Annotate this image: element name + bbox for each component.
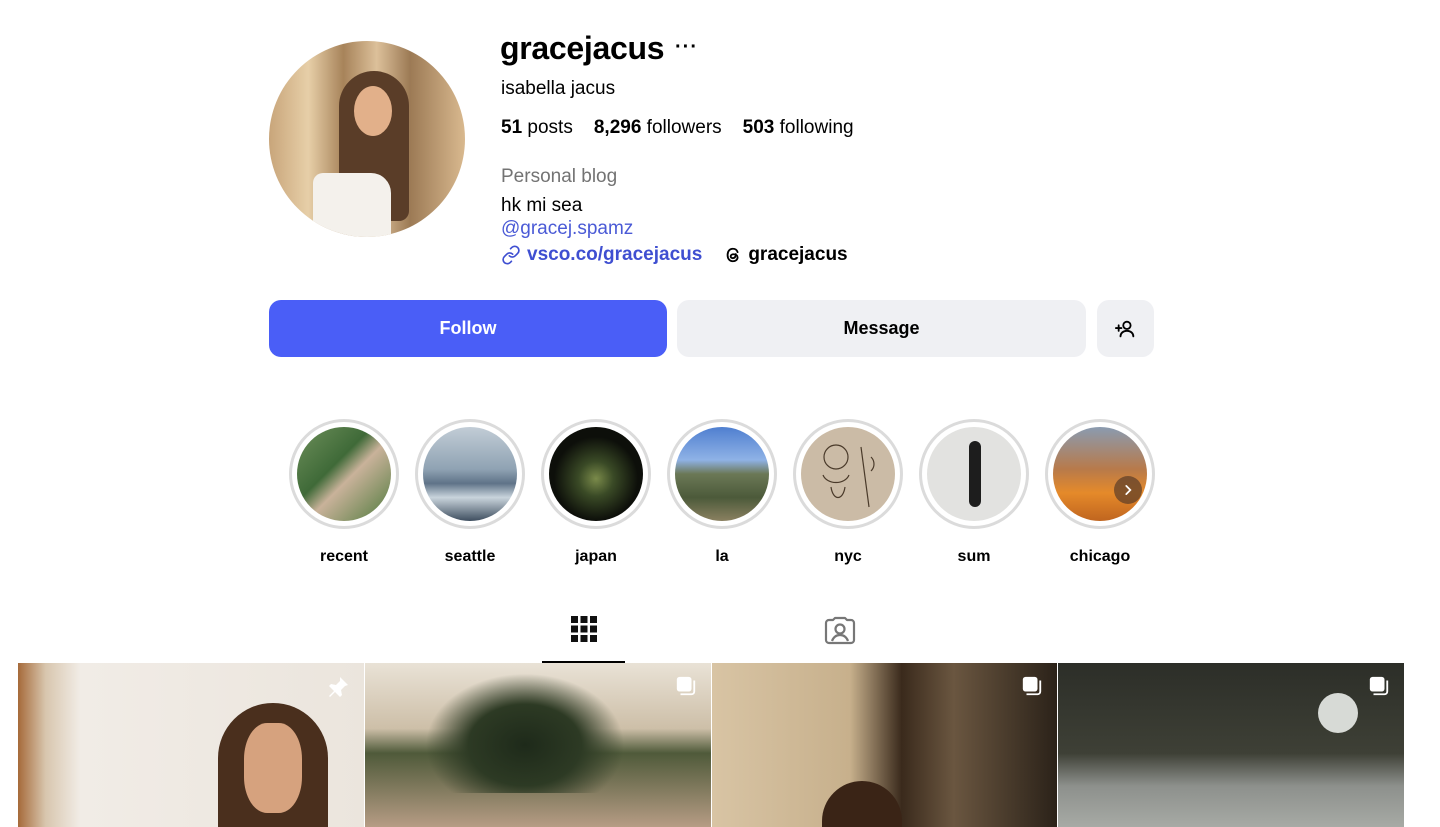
followers-label: followers <box>646 117 722 138</box>
highlight-ring <box>919 419 1029 529</box>
highlight-cover <box>549 427 643 521</box>
grid-icon <box>570 616 597 642</box>
story-highlights: recent seattle japan la nyc sum chicago <box>289 419 1155 569</box>
threads-handle: gracejacus <box>748 244 848 265</box>
profile-username: gracejacus <box>500 30 665 66</box>
highlight-ring <box>541 419 651 529</box>
external-link[interactable]: vsco.co/gracejacus <box>501 244 702 266</box>
threads-icon <box>726 247 739 263</box>
highlight-label: nyc <box>834 548 862 565</box>
person-add-icon <box>1114 320 1134 337</box>
tab-tagged[interactable] <box>798 612 881 664</box>
highlight-cover <box>423 427 517 521</box>
post-plant <box>424 673 625 793</box>
highlight-ring <box>289 419 399 529</box>
highlight-ring <box>415 419 525 529</box>
sketch-drawing <box>822 444 875 508</box>
post-branch <box>1318 693 1359 733</box>
external-link-text: vsco.co/gracejacus <box>527 244 703 265</box>
highlight-ring <box>667 419 777 529</box>
chevron-right-icon <box>1125 485 1132 495</box>
highlight-label: chicago <box>1069 548 1131 565</box>
figure-silhouette <box>969 441 981 507</box>
carousel-icon <box>1369 676 1389 696</box>
post-tile[interactable] <box>18 663 364 827</box>
following-stat[interactable]: 503 following <box>743 117 854 139</box>
following-count: 503 <box>742 117 775 138</box>
posts-grid <box>18 663 1404 827</box>
post-face <box>244 723 302 813</box>
profile-links: vsco.co/gracejacus gracejacus <box>501 244 848 266</box>
profile-avatar[interactable] <box>269 41 465 237</box>
highlight-japan[interactable]: japan <box>541 419 651 566</box>
highlight-nyc[interactable]: nyc <box>793 419 903 566</box>
highlight-seattle[interactable]: seattle <box>415 419 525 566</box>
highlight-recent[interactable]: recent <box>289 419 399 566</box>
threads-link[interactable]: gracejacus <box>723 244 848 266</box>
profile-category: Personal blog <box>501 166 618 187</box>
highlight-la[interactable]: la <box>667 419 777 566</box>
pin-icon <box>328 677 348 697</box>
post-tile[interactable] <box>364 663 711 827</box>
profile-full-name: isabella jacus <box>501 78 616 99</box>
highlight-label: japan <box>575 548 617 565</box>
follow-button[interactable]: Follow <box>269 300 667 357</box>
highlight-label: recent <box>319 548 369 565</box>
post-tile[interactable] <box>711 663 1058 827</box>
next-highlights-button[interactable] <box>1114 476 1142 504</box>
followers-stat[interactable]: 8,296 followers <box>594 117 722 139</box>
posts-count: 51 <box>501 117 523 138</box>
posts-label: posts <box>527 117 573 138</box>
profile-bio: hk mi sea <box>501 195 583 216</box>
highlight-cover <box>927 427 1021 521</box>
add-user-button[interactable] <box>1097 300 1154 357</box>
highlight-sum[interactable]: sum <box>919 419 1029 566</box>
highlight-label: sum <box>957 548 991 565</box>
highlight-ring <box>793 419 903 529</box>
highlight-ring <box>1045 419 1155 529</box>
post-head <box>821 781 902 827</box>
tagged-icon <box>824 616 855 645</box>
posts-stat: 51 posts <box>501 117 573 139</box>
message-button[interactable]: Message <box>677 300 1086 357</box>
tab-posts[interactable] <box>542 612 625 664</box>
post-tile[interactable] <box>1058 663 1404 827</box>
following-label: following <box>779 117 854 138</box>
avatar-dress <box>313 173 391 237</box>
highlight-cover <box>675 427 769 521</box>
highlight-cover <box>297 427 391 521</box>
highlight-label: seattle <box>444 548 496 565</box>
highlight-cover <box>1053 427 1147 521</box>
link-icon <box>502 245 520 265</box>
highlight-label: la <box>715 548 729 565</box>
profile-stats: 51 posts 8,296 followers 503 following <box>501 117 854 139</box>
carousel-icon <box>1023 676 1042 696</box>
profile-mention-link[interactable]: @gracej.spamz <box>501 218 633 240</box>
highlight-cover <box>801 427 895 521</box>
avatar-face <box>354 86 392 136</box>
carousel-icon <box>676 676 695 696</box>
followers-count: 8,296 <box>593 117 642 138</box>
more-options-icon[interactable]: ··· <box>675 36 698 59</box>
